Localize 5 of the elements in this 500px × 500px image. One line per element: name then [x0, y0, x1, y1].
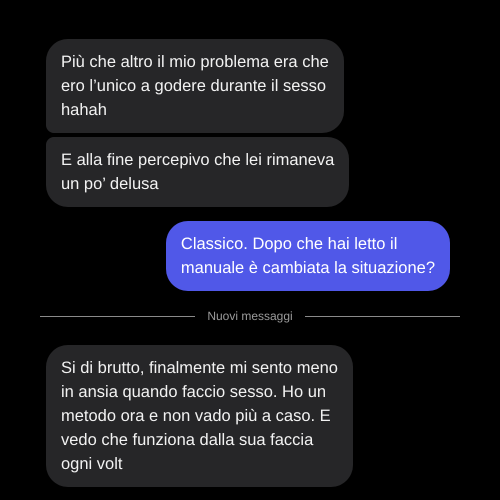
divider-label: Nuovi messaggi: [207, 308, 293, 325]
message-bubble: Classico. Dopo che hai letto il manuale è cambiata la situazione?: [166, 221, 450, 291]
message-bubble: Più che altro il mio problema era che ero l’unico a godere durante il sesso hahah: [46, 39, 344, 133]
message-bubble: Si di brutto, finalmente mi sento meno in ansia quando faccio sesso. Ho un metodo ora e non vado più a caso. E vedo che funziona dalla sua faccia ogni volt: [46, 345, 353, 487]
message-bubble: E alla fine percepivo che lei rimaneva un po’ delusa: [46, 137, 350, 207]
